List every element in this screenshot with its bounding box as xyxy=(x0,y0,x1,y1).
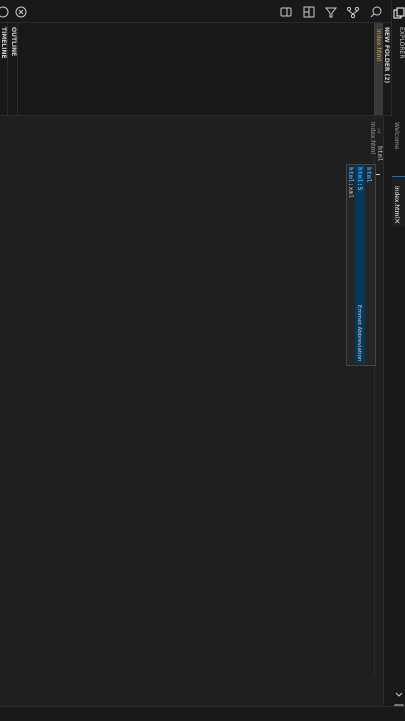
file-item-index[interactable]: index.html xyxy=(375,29,382,61)
suggest-widget: html html:5 Emmet Abbreviation html:xml xyxy=(346,164,376,366)
tab-label: Welcome xyxy=(393,122,400,150)
search-icon[interactable] xyxy=(369,4,383,18)
tab-welcome[interactable]: Welcome xyxy=(392,118,405,166)
back-icon[interactable] xyxy=(0,4,14,18)
line-number: 1 xyxy=(377,128,381,135)
explorer-panel: EXPLORER NEW FOLDER (2) index.html OUTLI… xyxy=(0,23,405,116)
tab-index-html[interactable]: index.html ✕ xyxy=(392,176,405,227)
folder-header[interactable]: NEW FOLDER (2) xyxy=(383,23,391,115)
title-toolbar xyxy=(0,0,391,23)
source-control-icon[interactable] xyxy=(346,4,360,19)
divider xyxy=(17,23,18,115)
suggestion-item-selected[interactable]: html:5 Emmet Abbreviation xyxy=(355,165,365,363)
outline-section-header[interactable]: OUTLINE xyxy=(10,27,17,56)
divider xyxy=(7,23,8,115)
tab-label: index.html xyxy=(393,186,400,218)
status-bar xyxy=(0,706,405,721)
layout-icon[interactable] xyxy=(302,4,316,18)
editor[interactable]: index.html 1 html xyxy=(0,116,384,706)
close-icon[interactable]: ✕ xyxy=(394,217,401,226)
tab-bar xyxy=(383,116,392,720)
folder-title: NEW FOLDER (2) xyxy=(383,27,390,84)
filter-icon[interactable] xyxy=(324,4,338,18)
timeline-section-header[interactable]: TIMELINE xyxy=(0,27,7,59)
suggestion-item[interactable]: html:xml xyxy=(347,165,355,198)
explorer-title: EXPLORER xyxy=(398,27,405,59)
explorer-icon[interactable] xyxy=(393,4,405,19)
forward-icon[interactable] xyxy=(14,4,28,18)
breadcrumb[interactable]: index.html xyxy=(369,122,376,154)
suggestion-detail: Emmet Abbreviation xyxy=(356,305,362,362)
chevron-down-icon[interactable] xyxy=(393,686,405,698)
file-tree: index.html xyxy=(374,23,383,115)
activity-bar xyxy=(391,0,405,720)
toggle-panel-icon[interactable] xyxy=(279,4,293,18)
